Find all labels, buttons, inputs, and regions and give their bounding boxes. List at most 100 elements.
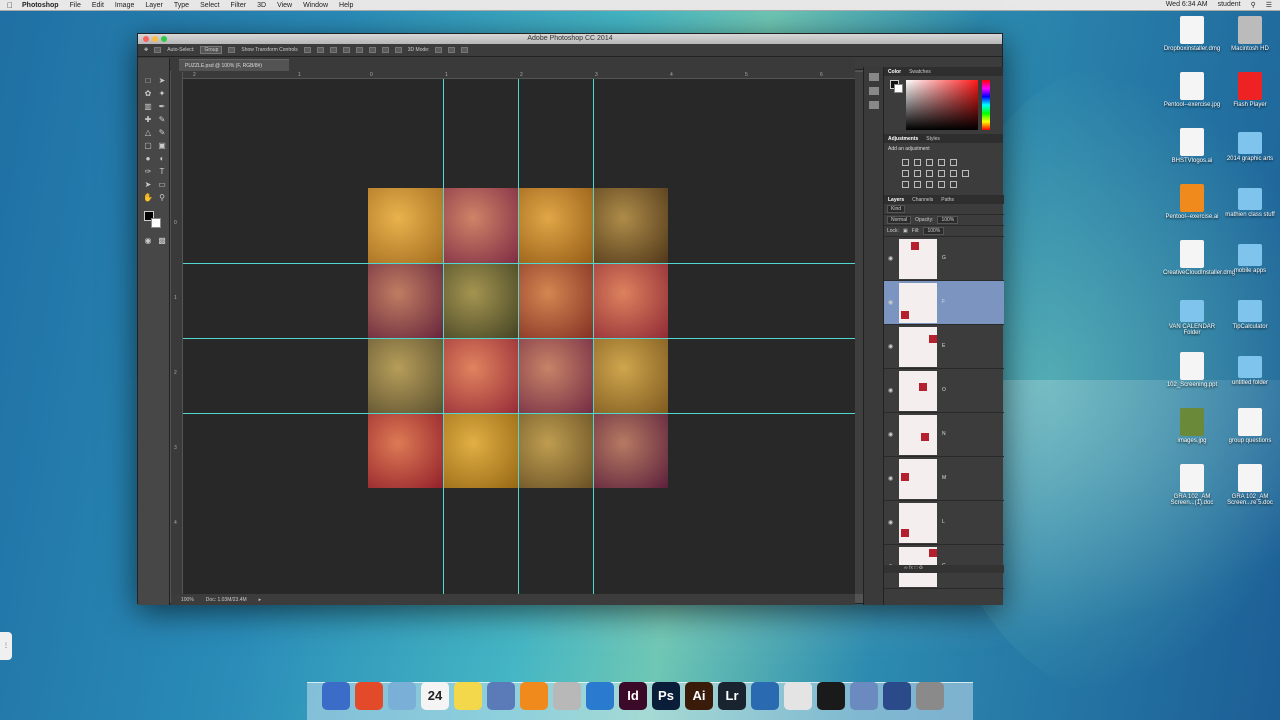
menu-app-name[interactable]: Photoshop xyxy=(22,2,59,9)
blend-mode-dropdown[interactable]: Normal xyxy=(887,216,912,224)
background-color-swatch[interactable] xyxy=(151,218,161,228)
horizontal-ruler[interactable]: 2 1 0 1 2 3 4 5 6 xyxy=(183,72,855,79)
tab-swatches[interactable]: Swatches xyxy=(909,69,931,75)
menu-edit[interactable]: Edit xyxy=(92,2,104,9)
align-bottom-icon[interactable] xyxy=(329,47,337,53)
dock-app-icon[interactable] xyxy=(388,682,416,710)
eye-icon[interactable]: ◉ xyxy=(888,299,893,306)
side-tab[interactable]: ⋮ xyxy=(0,632,12,660)
desktop-icon[interactable]: Dropboxinstaller.dmg xyxy=(1163,16,1221,52)
threshold-icon[interactable] xyxy=(926,181,933,188)
levels-icon[interactable] xyxy=(914,159,921,166)
dock-app-icon[interactable]: 24 xyxy=(421,682,449,710)
3d-pan-icon[interactable] xyxy=(461,47,469,53)
3d-rotate-icon[interactable] xyxy=(435,47,443,53)
lock-icon[interactable]: ▣ xyxy=(903,228,908,234)
search-icon[interactable]: ⚲ xyxy=(1251,1,1256,9)
layer-row[interactable]: ◉ N xyxy=(884,413,1004,457)
dock-app-icon[interactable] xyxy=(817,682,845,710)
quick-mask-icon[interactable]: ◉ xyxy=(143,236,153,246)
bw-icon[interactable] xyxy=(926,170,933,177)
desktop-icon[interactable]: BHSTVlogos.ai xyxy=(1163,128,1221,164)
desktop-icon[interactable]: TipCalculator xyxy=(1221,296,1279,330)
move-tool-icon[interactable]: ✥ xyxy=(144,47,148,53)
puzzle-tile[interactable] xyxy=(593,338,668,413)
gradient-map-icon[interactable] xyxy=(938,181,945,188)
stamp-tool-icon[interactable]: △ xyxy=(143,128,153,138)
layer-row[interactable]: ◉ M xyxy=(884,457,1004,501)
clock[interactable]: Wed 6:34 AM xyxy=(1166,1,1208,9)
guide-vertical[interactable] xyxy=(593,79,594,594)
brush-tool-icon[interactable]: ✎ xyxy=(157,115,167,125)
guide-vertical[interactable] xyxy=(443,79,444,594)
healing-tool-icon[interactable]: ✚ xyxy=(143,115,153,125)
menu-select[interactable]: Select xyxy=(200,2,219,9)
shape-tool-icon[interactable]: ▭ xyxy=(157,180,167,190)
opacity-field[interactable]: 100% xyxy=(937,216,959,224)
menu-layer[interactable]: Layer xyxy=(145,2,163,9)
puzzle-tile[interactable] xyxy=(443,188,518,263)
selective-color-icon[interactable] xyxy=(950,181,957,188)
align-top-icon[interactable] xyxy=(303,47,311,53)
dock-app-icon[interactable] xyxy=(883,682,911,710)
lasso-tool-icon[interactable]: ✿ xyxy=(143,89,153,99)
puzzle-tile[interactable] xyxy=(368,338,443,413)
zoom-tool-icon[interactable]: ⚲ xyxy=(157,193,167,203)
info-panel-icon[interactable] xyxy=(868,101,879,109)
new-layer-icon[interactable]: □ xyxy=(914,565,917,571)
color-lookup-icon[interactable] xyxy=(962,170,969,177)
vibrance-icon[interactable] xyxy=(950,159,957,166)
dock-app-icon[interactable] xyxy=(520,682,548,710)
exposure-icon[interactable] xyxy=(938,159,945,166)
tab-color[interactable]: Color xyxy=(888,69,901,75)
desktop-icon[interactable]: Pentool--exercise.ai xyxy=(1163,184,1221,220)
minimize-icon[interactable] xyxy=(152,36,158,42)
desktop-icon[interactable]: mobile apps xyxy=(1221,240,1279,274)
zoom-icon[interactable] xyxy=(161,36,167,42)
trash-icon[interactable]: ♻ xyxy=(919,565,923,571)
3d-roll-icon[interactable] xyxy=(448,47,456,53)
layer-row[interactable]: ◉ O xyxy=(884,369,1004,413)
desktop-icon[interactable]: mathien class stuff xyxy=(1221,184,1279,218)
eye-icon[interactable]: ◉ xyxy=(888,431,893,438)
desktop-icon[interactable]: GRA 102_AM Screen...(1).doc xyxy=(1163,464,1221,506)
menu-help[interactable]: Help xyxy=(339,2,353,9)
move-tool-icon[interactable]: ➤ xyxy=(157,76,167,86)
canvas-scrollbar[interactable] xyxy=(855,72,863,594)
guide-horizontal[interactable] xyxy=(183,413,855,414)
desktop-icon[interactable]: VAN CALENDAR Folder xyxy=(1163,296,1221,336)
link-layers-icon[interactable]: ∞ xyxy=(904,565,908,571)
puzzle-tile[interactable] xyxy=(443,338,518,413)
layer-row[interactable]: ◉ E xyxy=(884,325,1004,369)
user-name[interactable]: student xyxy=(1218,1,1241,9)
layer-row[interactable]: ◉ F xyxy=(884,281,1004,325)
channel-mixer-icon[interactable] xyxy=(950,170,957,177)
photo-filter-icon[interactable] xyxy=(938,170,945,177)
fill-field[interactable]: 100% xyxy=(923,227,945,235)
posterize-icon[interactable] xyxy=(914,181,921,188)
status-arrow-icon[interactable]: ▸ xyxy=(259,597,262,603)
properties-panel-icon[interactable] xyxy=(868,87,879,95)
puzzle-tile[interactable] xyxy=(593,263,668,338)
puzzle-tile[interactable] xyxy=(368,188,443,263)
color-balance-icon[interactable] xyxy=(914,170,921,177)
menu-view[interactable]: View xyxy=(277,2,292,9)
crop-tool-icon[interactable]: ▥ xyxy=(143,102,153,112)
zoom-level[interactable]: 100% xyxy=(181,597,194,603)
guide-horizontal[interactable] xyxy=(183,263,855,264)
document-canvas[interactable] xyxy=(183,79,855,594)
menu-type[interactable]: Type xyxy=(174,2,189,9)
history-panel-icon[interactable] xyxy=(868,73,879,81)
desktop-icon[interactable]: CreativeCloudInstaller.dmg xyxy=(1163,240,1235,276)
puzzle-tile[interactable] xyxy=(368,413,443,488)
invert-icon[interactable] xyxy=(902,181,909,188)
puzzle-tile[interactable] xyxy=(518,188,593,263)
menu-filter[interactable]: Filter xyxy=(231,2,247,9)
eye-icon[interactable]: ◉ xyxy=(888,387,893,394)
puzzle-tile[interactable] xyxy=(443,413,518,488)
path-select-tool-icon[interactable]: ➤ xyxy=(143,180,153,190)
brightness-icon[interactable] xyxy=(902,159,909,166)
guide-horizontal[interactable] xyxy=(183,338,855,339)
hue-sat-icon[interactable] xyxy=(902,170,909,177)
eyedropper-tool-icon[interactable]: ✒ xyxy=(157,102,167,112)
